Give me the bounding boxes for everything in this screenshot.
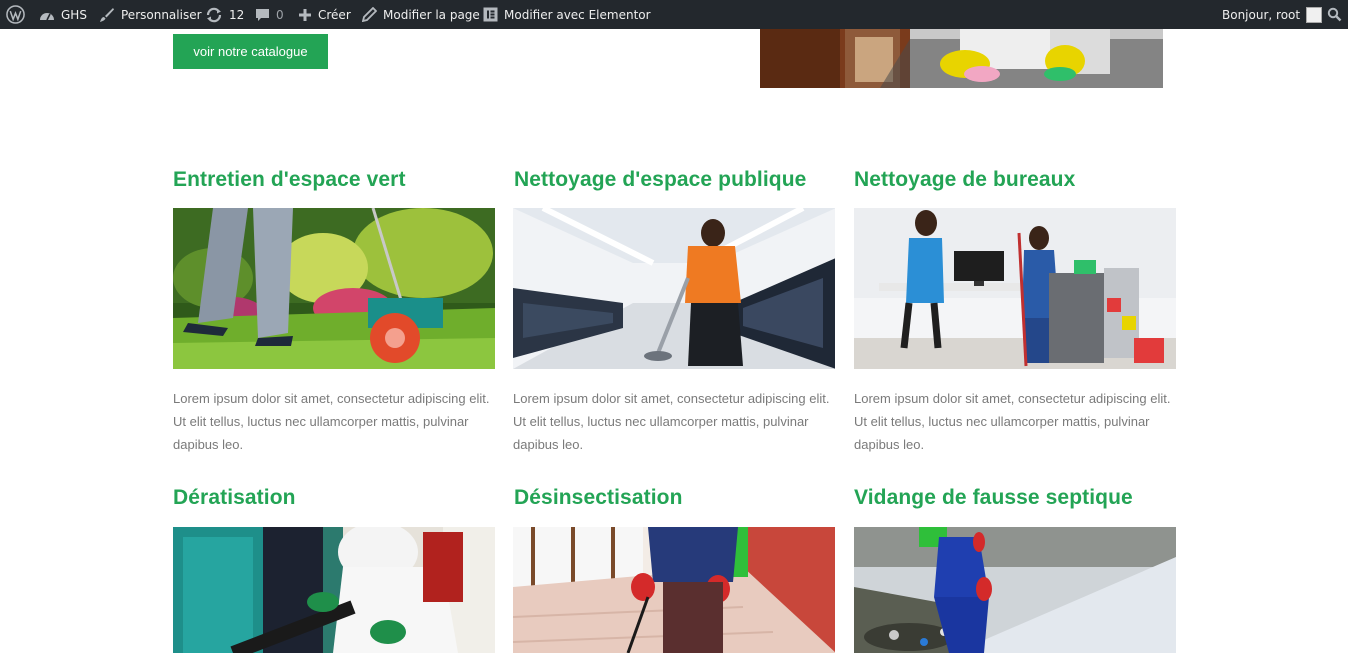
service-desc-espace-vert: Lorem ipsum dolor sit amet, consectetur … xyxy=(173,391,490,452)
catalogue-button[interactable]: voir notre catalogue xyxy=(173,34,328,69)
site-name: GHS xyxy=(61,7,87,22)
my-account-link[interactable]: Bonjour, root xyxy=(1222,0,1323,29)
new-label: Créer xyxy=(318,7,351,22)
service-title-espace-vert: Entretien d'espace vert xyxy=(173,168,406,191)
updates-link[interactable]: 12 xyxy=(205,0,244,29)
customize-link[interactable]: Personnaliser xyxy=(99,0,202,29)
comments-count: 0 xyxy=(276,7,284,22)
greeting-label: Bonjour, root xyxy=(1222,7,1301,22)
site-name-link[interactable]: GHS xyxy=(39,0,87,29)
brush-icon xyxy=(100,7,114,22)
service-title-deratisation: Dératisation xyxy=(173,486,296,509)
search-icon xyxy=(1327,7,1342,22)
dashboard-icon xyxy=(40,12,54,20)
service-title-vidange: Vidange de fausse septique xyxy=(854,486,1133,509)
elementor-icon xyxy=(483,7,498,22)
hero-cleaning-image xyxy=(760,29,1163,88)
service-title-desinsectisation: Désinsectisation xyxy=(514,486,683,509)
service-desc-espace-publique: Lorem ipsum dolor sit amet, consectetur … xyxy=(513,391,830,452)
updates-count: 12 xyxy=(229,7,245,22)
service-image-espace-publique xyxy=(513,208,835,369)
wordpress-logo-icon[interactable] xyxy=(6,0,25,29)
service-title-bureaux: Nettoyage de bureaux xyxy=(854,168,1076,191)
service-desc-bureaux: Lorem ipsum dolor sit amet, consectetur … xyxy=(854,391,1171,452)
updates-icon xyxy=(206,7,222,22)
service-image-vidange xyxy=(854,527,1176,653)
admin-bar: GHS Personnaliser 12 0 Créer Modifier la… xyxy=(0,0,1348,29)
comment-icon xyxy=(256,8,269,21)
service-image-bureaux xyxy=(854,208,1176,369)
new-content-link[interactable]: Créer xyxy=(298,0,351,29)
avatar xyxy=(1306,6,1323,23)
comments-link[interactable]: 0 xyxy=(255,0,284,29)
edit-elementor-label: Modifier avec Elementor xyxy=(504,7,651,22)
service-image-deratisation xyxy=(173,527,495,653)
search-button[interactable] xyxy=(1327,0,1342,29)
edit-page-link[interactable]: Modifier la page xyxy=(362,0,480,29)
edit-page-label: Modifier la page xyxy=(383,7,480,22)
pencil-icon xyxy=(362,7,377,22)
customize-label: Personnaliser xyxy=(121,7,202,22)
plus-icon xyxy=(299,8,311,21)
edit-elementor-link[interactable]: Modifier avec Elementor xyxy=(483,0,651,29)
service-image-desinsectisation xyxy=(513,527,835,653)
service-title-espace-publique: Nettoyage d'espace publique xyxy=(514,168,807,191)
service-image-espace-vert xyxy=(173,208,495,369)
